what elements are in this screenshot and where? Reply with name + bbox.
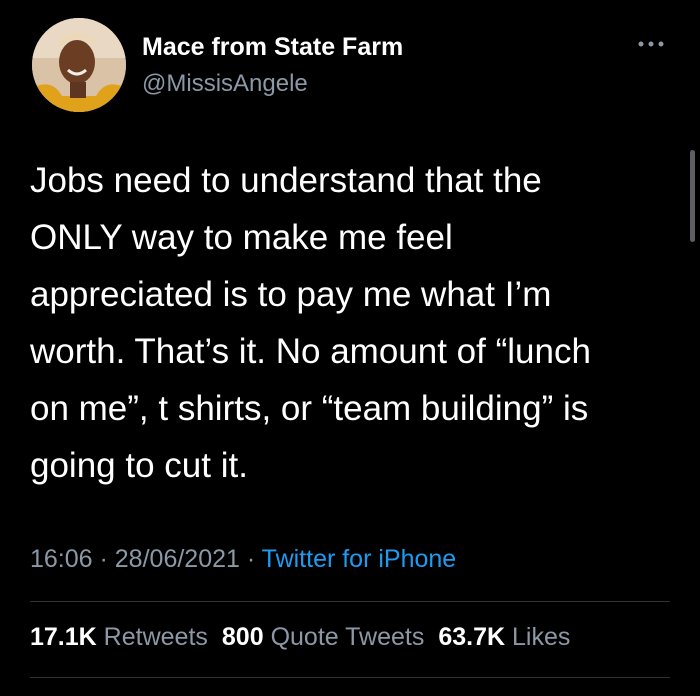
meta-separator: · <box>92 545 115 573</box>
tweet-source-link[interactable]: Twitter for iPhone <box>262 545 457 573</box>
avatar-image <box>32 18 126 112</box>
tweet-time[interactable]: 16:06 <box>30 545 93 573</box>
more-horizontal-icon[interactable] <box>636 36 666 52</box>
tweet-text-line: worth. That’s it. No amount of “lunch <box>30 332 591 371</box>
scrollbar[interactable] <box>690 150 695 242</box>
retweets-label: Retweets <box>103 623 208 651</box>
tweet-text-line: ONLY way to make me feel <box>30 218 453 257</box>
tweet-text-line: Jobs need to understand that the <box>30 161 542 200</box>
tweet-text-line: going to cut it. <box>30 446 248 485</box>
author-name[interactable]: Mace from State Farm <box>142 33 403 62</box>
retweets-count: 17.1K <box>30 623 97 651</box>
divider <box>30 677 670 678</box>
avatar[interactable] <box>32 18 126 112</box>
engagement-stats: 17.1K Retweets 800 Quote Tweets 63.7K Like… <box>30 623 584 652</box>
tweet-text-line: on me”, t shirts, or “team building” is <box>30 389 589 428</box>
tweet-detail: Mace from State Farm @MissisAngele Jobs … <box>0 0 700 696</box>
retweets-stat[interactable]: 17.1K Retweets <box>30 623 208 651</box>
likes-count: 63.7K <box>438 623 506 651</box>
author-handle[interactable]: @MissisAngele <box>142 70 308 98</box>
tweet-meta: 16:06 · 28/06/2021 · Twitter for iPhone <box>30 545 456 574</box>
quote-tweets-label: Quote Tweets <box>270 623 425 651</box>
tweet-text: Jobs need to understand that the ONLY wa… <box>30 152 680 494</box>
tweet-date[interactable]: 28/06/2021 <box>115 545 240 573</box>
likes-label: Likes <box>512 623 571 651</box>
tweet-text-line: appreciated is to pay me what I’m <box>30 275 552 314</box>
quote-tweets-stat[interactable]: 800 Quote Tweets <box>222 623 424 651</box>
meta-separator: · <box>239 545 262 573</box>
quote-tweets-count: 800 <box>221 623 264 651</box>
likes-stat[interactable]: 63.7K Likes <box>438 623 570 651</box>
divider <box>30 601 670 602</box>
